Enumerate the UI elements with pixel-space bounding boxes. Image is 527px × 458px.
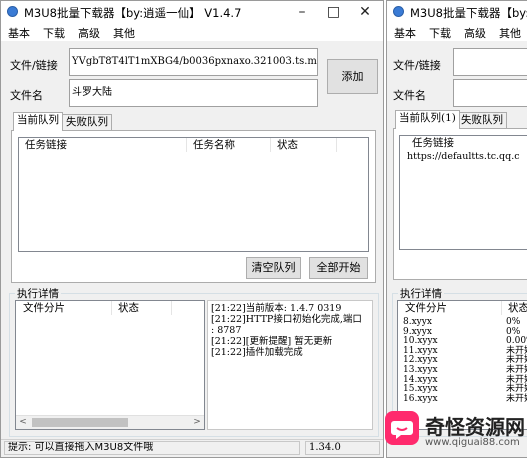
menu-basic[interactable]: 基本 <box>1 23 36 41</box>
column-task-link[interactable]: 任务链接 <box>19 138 187 152</box>
clear-queue-button[interactable]: 清空队列 <box>246 257 301 279</box>
watermark-logo-icon <box>385 411 419 445</box>
column-segment-status[interactable]: 状态 <box>112 301 172 315</box>
menu-download[interactable]: 下载 <box>36 23 71 41</box>
filename-label-2: 文件名 <box>393 89 426 102</box>
column-segment-status-2[interactable]: 状态 <box>502 301 527 315</box>
queue-panel-2: 任务链接 https://defaultts.tc.qq.c <box>393 128 527 280</box>
column-task-link-2[interactable]: 任务链接 <box>400 136 527 150</box>
column-task-name[interactable]: 任务名称 <box>187 138 271 152</box>
window-controls: – □ ✕ <box>288 3 379 21</box>
menu-basic-2[interactable]: 基本 <box>387 23 422 41</box>
scroll-left-icon[interactable]: < <box>16 416 30 429</box>
app-icon <box>7 6 18 17</box>
queue-list-2[interactable]: 任务链接 https://defaultts.tc.qq.c <box>399 135 527 250</box>
close-button[interactable]: ✕ <box>351 3 379 21</box>
url-label-2: 文件/链接 <box>393 59 441 72</box>
menu-advanced-2[interactable]: 高级 <box>457 23 492 41</box>
segment-row-name[interactable]: 16.xyyx <box>403 394 438 405</box>
status-version: 1.34.0 <box>305 441 380 455</box>
url-input-2[interactable] <box>453 48 527 76</box>
scroll-right-icon[interactable]: > <box>190 416 204 429</box>
details-label-2: 执行详情 <box>398 286 444 301</box>
log-box[interactable]: [21:22]当前版本: 1.4.7 0319 [21:22]HTTP接口初始化… <box>207 300 373 430</box>
maximize-button[interactable]: □ <box>320 3 348 21</box>
main-window: M3U8批量下载器【by:逍遥一仙】 V1.4.7 – □ ✕ 基本 下载 高级 其他… <box>0 0 384 458</box>
watermark-text: 奇怪资源网 <box>425 415 525 439</box>
segment-row-status: 未开始 <box>506 393 527 404</box>
second-window: M3U8批量下载器【by:逍遥 基本下载高级其他 文件/链接 文件名 当前队列(… <box>386 0 527 458</box>
menu-other[interactable]: 其他 <box>106 23 141 41</box>
tab-current-queue[interactable]: 当前队列 <box>13 112 63 131</box>
log-text: [21:22]当前版本: 1.4.7 0319 [21:22]HTTP接口初始化… <box>211 303 362 358</box>
watermark: 奇怪资源网 www.qiguai88.com <box>385 409 527 458</box>
tab-failed-queue-2[interactable]: 失败队列 <box>457 112 507 129</box>
url-input[interactable]: YVgbT8T4lT1mXBG4/b0036pxnaxo.321003.ts.m… <box>69 48 318 76</box>
column-status[interactable]: 状态 <box>271 138 337 152</box>
queue-panel: 任务链接 任务名称 状态 清空队列 全部开始 <box>11 130 376 283</box>
menu-other-2[interactable]: 其他 <box>492 23 527 41</box>
filename-label: 文件名 <box>10 89 43 102</box>
url-label: 文件/链接 <box>10 59 58 72</box>
title-bar-2: M3U8批量下载器【by:逍遥 <box>387 1 527 23</box>
tab-current-queue-2[interactable]: 当前队列(1) <box>395 110 460 129</box>
watermark-url: www.qiguai88.com <box>425 437 520 448</box>
details-label: 执行详情 <box>15 286 61 301</box>
segment-list[interactable]: 文件分片 状态 < > <box>15 300 205 430</box>
queue-row-link[interactable]: https://defaultts.tc.qq.c <box>407 152 520 162</box>
menu-advanced[interactable]: 高级 <box>71 23 106 41</box>
status-bar: 提示: 可以直接拖入M3U8文件哦 1.34.0 <box>1 439 383 457</box>
window-title: M3U8批量下载器【by:逍遥一仙】 V1.4.7 <box>24 6 242 20</box>
scrollbar-thumb[interactable] <box>32 418 128 427</box>
menu-download-2[interactable]: 下载 <box>422 23 457 41</box>
title-bar: M3U8批量下载器【by:逍遥一仙】 V1.4.7 – □ ✕ <box>1 1 383 23</box>
filename-input-2[interactable] <box>453 79 527 107</box>
queue-list[interactable]: 任务链接 任务名称 状态 <box>18 137 369 252</box>
minimize-button[interactable]: – <box>288 3 316 21</box>
start-all-button[interactable]: 全部开始 <box>309 257 368 279</box>
column-segment-2[interactable]: 文件分片 <box>398 301 502 315</box>
horizontal-scrollbar[interactable]: < > <box>16 415 204 429</box>
status-hint: 提示: 可以直接拖入M3U8文件哦 <box>4 441 300 455</box>
menu-bar-2: 基本 下载 高级 其他 <box>387 23 527 41</box>
app-icon-2 <box>393 6 404 17</box>
tab-failed-queue[interactable]: 失败队列 <box>62 114 112 131</box>
window-title-2: M3U8批量下载器【by:逍遥 <box>410 6 527 20</box>
add-button[interactable]: 添加 <box>327 59 378 94</box>
filename-input[interactable]: 斗罗大陆 <box>69 79 318 107</box>
column-segment[interactable]: 文件分片 <box>16 301 112 315</box>
menu-bar: 基本 下载 高级 其他 <box>1 23 383 41</box>
